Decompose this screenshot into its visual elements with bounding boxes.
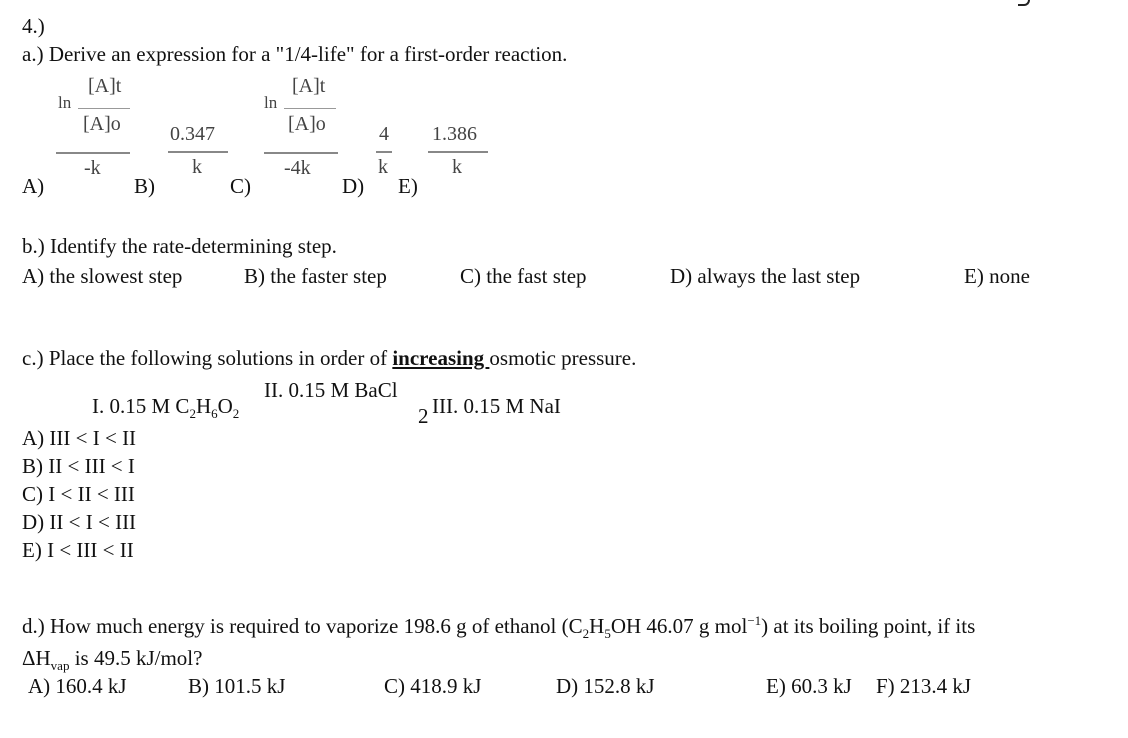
denominator: -k: [84, 157, 101, 179]
solution-ii-subscript: 2: [418, 404, 429, 428]
prompt-text: c.) Place the following solutions in ord…: [22, 346, 393, 370]
part-d-choice-f[interactable]: F) 213.4 kJ: [876, 676, 971, 697]
part-b-choice-d[interactable]: D) always the last step: [670, 266, 860, 287]
part-d-choice-d[interactable]: D) 152.8 kJ: [556, 676, 655, 697]
part-d-choice-a[interactable]: A) 160.4 kJ: [28, 676, 127, 697]
fraction-bar: [376, 151, 392, 153]
page-number-fragment: [1018, 0, 1030, 6]
choice-label: B): [134, 174, 155, 198]
emphasis-increasing: increasing: [392, 346, 490, 370]
denominator: k: [192, 156, 202, 178]
prompt-text-end: osmotic pressure.: [489, 346, 637, 370]
part-d-choice-c[interactable]: C) 418.9 kJ: [384, 676, 481, 697]
denominator: k: [378, 156, 388, 178]
inner-numerator: [A]t: [88, 75, 122, 97]
solution-i: I. 0.15 M C2H6O2: [92, 394, 240, 422]
part-b-choice-c[interactable]: C) the fast step: [460, 266, 587, 287]
inner-numerator: [A]t: [292, 75, 326, 97]
part-a-prompt: a.) Derive an expression for a "1/4-life…: [22, 42, 568, 66]
numerator: 4: [379, 123, 389, 145]
ln-label: ln: [264, 93, 278, 112]
part-b-choice-e[interactable]: E) none: [964, 266, 1030, 287]
inner-fraction-bar: [284, 108, 336, 109]
solution-ii: II. 0.15 M BaCl: [264, 378, 398, 402]
part-b-choice-b[interactable]: B) the faster step: [244, 266, 387, 287]
denominator: -4k: [284, 157, 311, 179]
inner-denominator: [A]o: [288, 113, 326, 135]
part-d-prompt-line2: ΔHvap is 49.5 kJ/mol?: [22, 646, 203, 674]
part-c-choice-b[interactable]: B) II < III < I: [22, 456, 135, 477]
numerator: 1.386: [432, 123, 477, 145]
part-c-prompt: c.) Place the following solutions in ord…: [22, 348, 636, 369]
denominator: k: [452, 156, 462, 178]
part-b-prompt: b.) Identify the rate-determining step.: [22, 234, 337, 258]
fraction-bar: [264, 152, 338, 154]
question-number: 4.): [22, 14, 45, 38]
choice-label: A): [22, 174, 45, 198]
fraction-bar: [428, 151, 488, 153]
choice-label: D): [342, 174, 365, 198]
choice-label: E): [398, 174, 418, 198]
part-c-choice-d[interactable]: D) II < I < III: [22, 512, 136, 533]
choice-label: C): [230, 174, 251, 198]
part-c-choice-e[interactable]: E) I < III < II: [22, 540, 134, 561]
part-d-choice-e[interactable]: E) 60.3 kJ: [766, 676, 852, 697]
inner-fraction-bar: [78, 108, 130, 109]
ln-label: ln: [58, 93, 72, 112]
inner-denominator: [A]o: [83, 113, 121, 135]
numerator: 0.347: [170, 123, 215, 145]
part-c-choice-c[interactable]: C) I < II < III: [22, 484, 135, 505]
part-c-choice-a[interactable]: A) III < I < II: [22, 428, 136, 449]
part-b-choice-a[interactable]: A) the slowest step: [22, 266, 182, 287]
part-d-prompt-line1: d.) How much energy is required to vapor…: [22, 613, 976, 642]
solution-iii: III. 0.15 M NaI: [432, 394, 561, 418]
part-d-choice-b[interactable]: B) 101.5 kJ: [188, 676, 285, 697]
fraction-bar: [56, 152, 130, 154]
fraction-bar: [168, 151, 228, 153]
